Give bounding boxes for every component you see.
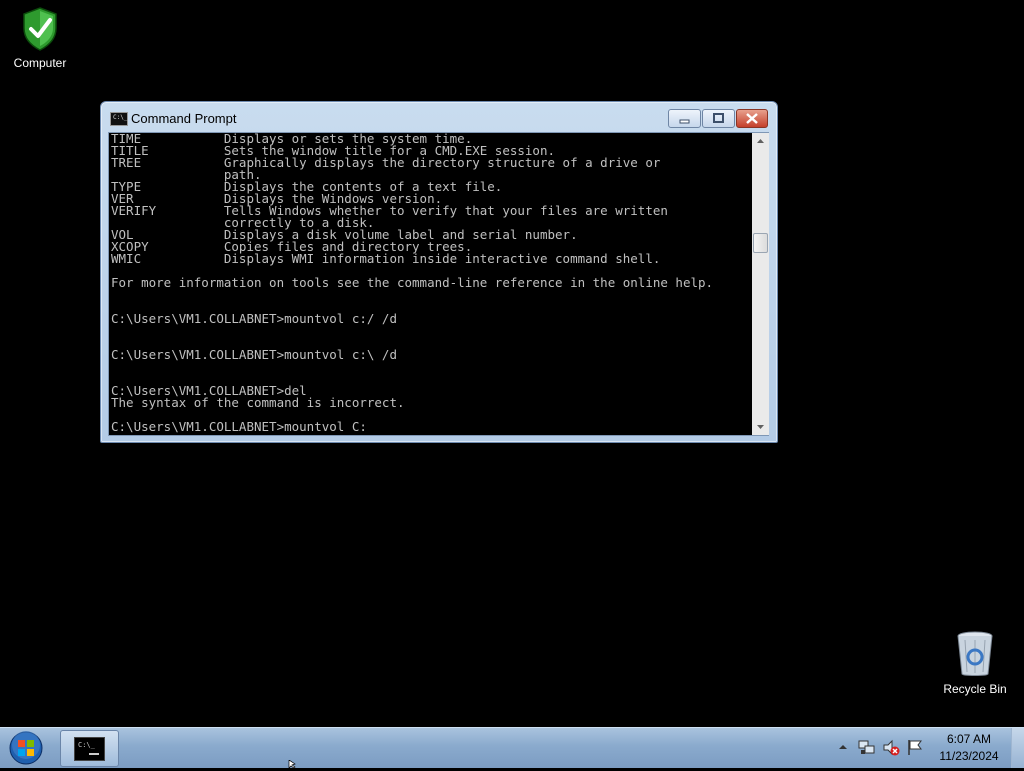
taskbar-button-command-prompt[interactable]: C:\_	[60, 730, 119, 767]
maximize-button[interactable]	[702, 109, 735, 128]
desktop-icon-label: Computer	[13, 56, 67, 70]
scrollbar-thumb[interactable]	[753, 233, 768, 253]
taskbar: C:\_ 6:07 AM 11/23/2024	[0, 727, 1024, 768]
title-bar[interactable]: C:\_ Command Prompt	[101, 102, 777, 132]
close-button[interactable]	[736, 109, 768, 128]
scroll-up-arrow[interactable]	[752, 133, 769, 150]
recycle-bin-icon	[957, 631, 993, 676]
command-prompt-window[interactable]: C:\_ Command Prompt TIME Displays or set…	[100, 101, 778, 443]
chevron-down-icon	[757, 425, 764, 429]
computer-shield-icon	[23, 7, 57, 51]
system-tray: 6:07 AM 11/23/2024	[834, 728, 1024, 768]
windows-logo-icon	[9, 731, 43, 765]
start-button[interactable]	[5, 730, 47, 766]
volume-muted-icon[interactable]	[882, 739, 900, 757]
console-output[interactable]: TIME Displays or sets the system time. T…	[108, 132, 753, 436]
console-text: TIME Displays or sets the system time. T…	[111, 132, 714, 434]
minimize-button[interactable]	[668, 109, 701, 128]
desktop-icon-label: Recycle Bin	[943, 682, 1007, 696]
system-clock[interactable]: 6:07 AM 11/23/2024	[934, 731, 1004, 765]
show-hidden-icons-icon[interactable]	[838, 742, 848, 752]
scroll-down-arrow[interactable]	[752, 418, 769, 435]
close-icon	[746, 113, 758, 124]
vertical-scrollbar[interactable]	[752, 132, 769, 436]
network-icon[interactable]	[858, 739, 876, 756]
minimize-icon	[679, 119, 690, 124]
desktop-icon-computer[interactable]: Computer	[0, 6, 80, 70]
cmd-app-icon: C:\_	[110, 112, 128, 126]
show-desktop-button[interactable]	[1011, 728, 1024, 768]
mouse-cursor-icon	[288, 760, 296, 768]
clock-time: 6:07 AM	[946, 732, 992, 746]
window-title: Command Prompt	[131, 111, 237, 126]
chevron-up-icon	[757, 139, 764, 143]
command-prompt-taskbar-icon: C:\_	[74, 737, 105, 761]
action-center-flag-icon[interactable]	[906, 739, 924, 756]
maximize-icon	[713, 113, 724, 123]
svg-text:C:\_: C:\_	[78, 741, 96, 749]
desktop-icon-recycle-bin[interactable]: Recycle Bin	[935, 630, 1015, 696]
clock-date: 11/23/2024	[939, 749, 999, 763]
